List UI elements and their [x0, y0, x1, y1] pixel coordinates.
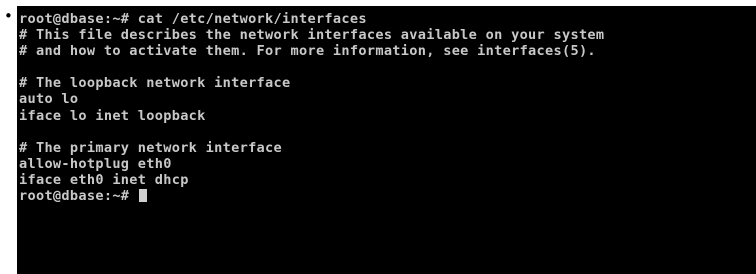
terminal-line: auto lo: [19, 91, 79, 108]
terminal-line: iface lo inet loopback: [19, 107, 206, 124]
terminal-line: # The loopback network interface: [19, 75, 291, 92]
terminal-line: # and how to activate them. For more inf…: [19, 43, 596, 60]
terminal-line: # The primary network interface: [19, 139, 283, 156]
terminal-line: root@dbase:~# cat /etc/network/interface…: [19, 11, 367, 27]
list-bullet: •: [4, 7, 13, 25]
terminal-line: allow-hotplug eth0: [19, 155, 172, 172]
terminal-prompt-line[interactable]: root@dbase:~#: [19, 188, 756, 204]
terminal-line: iface eth0 inet dhcp: [19, 171, 189, 188]
terminal-window[interactable]: root@dbase:~# cat /etc/network/interface…: [17, 6, 756, 274]
terminal-cursor: [138, 189, 147, 203]
terminal-line: # This file describes the network interf…: [19, 27, 605, 44]
terminal-prompt: root@dbase:~#: [19, 188, 138, 205]
